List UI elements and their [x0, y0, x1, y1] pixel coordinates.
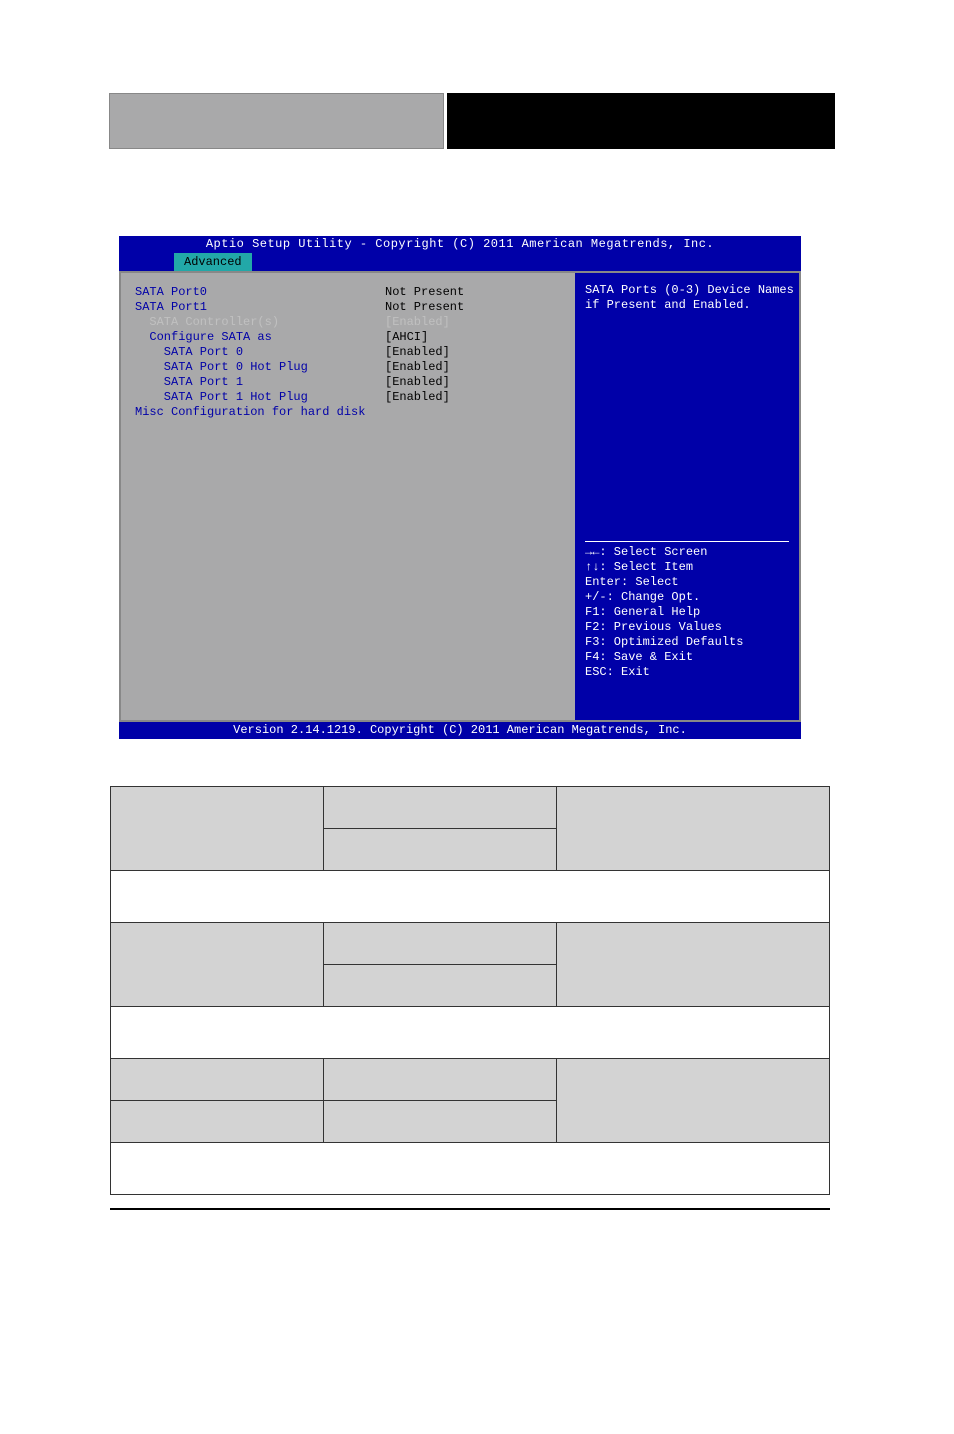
chapter-header-bar [109, 93, 835, 157]
bios-setting-label: Misc Configuration for hard disk [135, 405, 385, 420]
bios-setting-label: SATA Controller(s) [135, 315, 385, 330]
bios-setting-label: SATA Port0 [135, 285, 385, 300]
bios-setting-value: Not Present [385, 300, 464, 315]
bios-setting-value: [Enabled] [385, 375, 450, 390]
table-row [111, 787, 830, 829]
bios-setting-row: Misc Configuration for hard disk [135, 405, 561, 420]
table-row [111, 1007, 830, 1059]
chapter-header-grey [109, 93, 444, 149]
bios-setting-label: Configure SATA as [135, 330, 385, 345]
bios-help-text: SATA Ports (0-3) Device Names if Present… [585, 283, 789, 313]
bios-setting-label: SATA Port 1 Hot Plug [135, 390, 385, 405]
bios-setting-value: [Enabled] [385, 390, 450, 405]
bios-setting-value: [Enabled] [385, 345, 450, 360]
chapter-header-black [447, 93, 835, 149]
bios-setting-row[interactable]: SATA Controller(s)[Enabled] [135, 315, 561, 330]
bios-body: SATA Port0Not PresentSATA Port1Not Prese… [119, 271, 801, 722]
bios-setting-row[interactable]: SATA Port1Not Present [135, 300, 561, 315]
bios-key-legend: →←: Select Screen ↑↓: Select Item Enter:… [585, 541, 789, 680]
bios-left-pane: SATA Port0Not PresentSATA Port1Not Prese… [121, 273, 575, 720]
bios-setting-row[interactable]: SATA Port 0 Hot Plug[Enabled] [135, 360, 561, 375]
options-table [110, 786, 830, 1195]
bios-header: Aptio Setup Utility - Copyright (C) 2011… [119, 236, 801, 253]
bios-setting-value: [AHCI] [385, 330, 428, 345]
bios-setting-row[interactable]: SATA Port 0[Enabled] [135, 345, 561, 360]
bios-screenshot: Aptio Setup Utility - Copyright (C) 2011… [119, 236, 801, 741]
bios-setting-row[interactable]: Configure SATA as[AHCI] [135, 330, 561, 345]
bios-setting-label: SATA Port 0 [135, 345, 385, 360]
bios-footer: Version 2.14.1219. Copyright (C) 2011 Am… [119, 722, 801, 739]
bios-setting-row[interactable]: SATA Port 1 Hot Plug[Enabled] [135, 390, 561, 405]
table-row [111, 923, 830, 965]
tab-advanced[interactable]: Advanced [174, 253, 252, 271]
table-row [111, 1059, 830, 1101]
bios-setting-label: SATA Port1 [135, 300, 385, 315]
bios-setting-row[interactable]: SATA Port 1[Enabled] [135, 375, 561, 390]
table-row [111, 1143, 830, 1195]
bios-setting-value: [Enabled] [385, 315, 450, 330]
table-row [111, 871, 830, 923]
bios-setting-label: SATA Port 1 [135, 375, 385, 390]
bios-tab-row: Advanced [119, 253, 801, 271]
bios-setting-label: SATA Port 0 Hot Plug [135, 360, 385, 375]
bios-setting-value: [Enabled] [385, 360, 450, 375]
bios-setting-row[interactable]: SATA Port0Not Present [135, 285, 561, 300]
bios-setting-value: Not Present [385, 285, 464, 300]
page-footer-rule [110, 1208, 830, 1210]
bios-right-pane: SATA Ports (0-3) Device Names if Present… [575, 273, 799, 720]
